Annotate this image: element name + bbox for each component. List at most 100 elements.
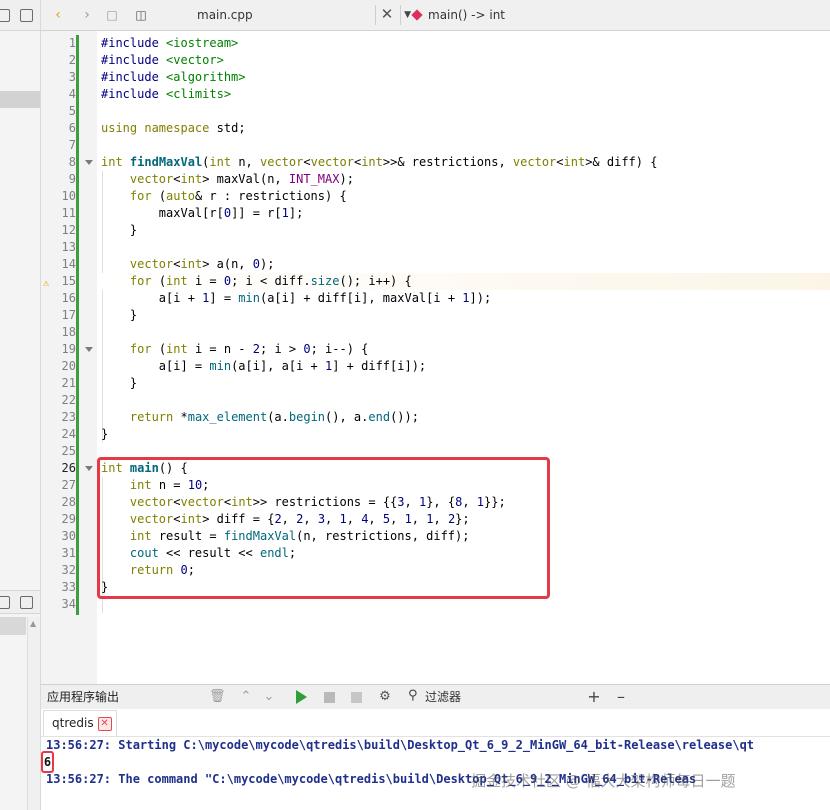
line-number: 32 bbox=[61, 563, 76, 577]
chevron-up-icon[interactable]: ⌃ bbox=[238, 688, 254, 706]
project-tree-selected-item[interactable] bbox=[0, 91, 40, 108]
code-editor[interactable]: 1 #include <iostream> 2 #include <vector> 3 #… bbox=[41, 31, 830, 684]
line-number: 25 bbox=[61, 444, 76, 458]
split-icon[interactable] bbox=[0, 9, 10, 22]
line-number: 9 bbox=[68, 172, 76, 186]
line-number: 18 bbox=[61, 325, 76, 339]
open-document-selected-item[interactable] bbox=[0, 617, 26, 635]
code-text: #include <iostream> bbox=[101, 36, 239, 50]
zoom-in-icon[interactable]: + bbox=[586, 688, 602, 706]
code-line[interactable]: 12 } bbox=[41, 222, 830, 239]
code-line[interactable]: 34 bbox=[41, 596, 830, 613]
fold-arrow-icon[interactable] bbox=[85, 466, 93, 471]
code-line[interactable]: 11 maxVal[r[0]] = r[1]; bbox=[41, 205, 830, 222]
line-number: 2 bbox=[68, 53, 76, 67]
code-text: using namespace std; bbox=[101, 121, 246, 135]
lock-icon[interactable]: □ bbox=[104, 6, 120, 24]
code-line[interactable]: 22 bbox=[41, 392, 830, 409]
code-text: } bbox=[101, 308, 138, 322]
line-number: 31 bbox=[61, 546, 76, 560]
code-text: cout << result << endl; bbox=[129, 546, 297, 560]
code-text: a[i + 1] = min(a[i] + diff[i], maxVal[i … bbox=[101, 291, 492, 305]
code-line[interactable]: 7 bbox=[41, 137, 830, 154]
code-text: } bbox=[101, 580, 109, 594]
code-line[interactable]: 28 vector<vector<int>> restrictions = {{… bbox=[41, 494, 830, 511]
code-line[interactable]: 13 bbox=[41, 239, 830, 256]
code-line[interactable]: ⚠ 15 for (int i = 0; i < diff.size(); i++… bbox=[41, 273, 830, 290]
code-line[interactable]: 26 int main() { bbox=[41, 460, 830, 477]
code-line[interactable]: 33} bbox=[41, 579, 830, 596]
code-line[interactable]: 21 } bbox=[41, 375, 830, 392]
line-number: 34 bbox=[61, 597, 76, 611]
code-line[interactable]: 5 bbox=[41, 103, 830, 120]
code-text: } bbox=[101, 376, 138, 390]
close-document-icon[interactable]: ✕ bbox=[378, 5, 396, 23]
settings-icon[interactable]: ⚙ bbox=[377, 688, 393, 706]
code-line[interactable]: 4 #include <climits> bbox=[41, 86, 830, 103]
code-line[interactable]: 1 #include <iostream> bbox=[41, 35, 830, 52]
line-number: 24 bbox=[61, 427, 76, 441]
filter-input[interactable]: ⚲ 过滤器 bbox=[406, 687, 576, 707]
attach-debugger-icon[interactable] bbox=[351, 692, 362, 703]
code-line[interactable]: 31 cout << result << endl; bbox=[41, 545, 830, 562]
output-body[interactable]: 13:56:27: Starting C:\mycode\mycode\qtre… bbox=[41, 737, 830, 810]
code-line[interactable]: 30 int result = findMaxVal(n, restrictio… bbox=[41, 528, 830, 545]
stop-icon[interactable] bbox=[324, 692, 335, 703]
forward-icon[interactable]: › bbox=[78, 6, 96, 24]
code-line[interactable]: 18 bbox=[41, 324, 830, 341]
scroll-up-icon[interactable]: ▲ bbox=[30, 619, 36, 628]
code-line[interactable]: 29 vector<int> diff = {2, 2, 3, 1, 4, 5,… bbox=[41, 511, 830, 528]
code-line[interactable]: 2 #include <vector> bbox=[41, 52, 830, 69]
code-line[interactable]: 32 return 0; bbox=[41, 562, 830, 579]
back-icon[interactable]: ‹ bbox=[49, 6, 67, 24]
line-number: 12 bbox=[61, 223, 76, 237]
run-icon[interactable] bbox=[296, 690, 307, 704]
open-documents-header bbox=[0, 590, 40, 614]
function-icon bbox=[411, 9, 423, 21]
code-line[interactable]: 27 int n = 10; bbox=[41, 477, 830, 494]
code-text: a[i] = min(a[i], a[i + 1] + diff[i]); bbox=[101, 359, 427, 373]
line-number: 19 bbox=[61, 342, 76, 356]
code-line[interactable]: 9 vector<int> maxVal(n, INT_MAX); bbox=[41, 171, 830, 188]
chevron-down-icon[interactable]: ⌄ bbox=[261, 688, 277, 706]
tab-label: qtredis bbox=[52, 716, 94, 730]
line-number: 5 bbox=[68, 104, 76, 118]
divider bbox=[400, 5, 401, 25]
line-number: 4 bbox=[68, 87, 76, 101]
code-text: for (auto& r : restrictions) { bbox=[129, 189, 347, 203]
open-documents-scrollbar[interactable]: ▲ bbox=[27, 617, 40, 810]
close-icon[interactable]: ✕ bbox=[97, 716, 112, 731]
code-line[interactable]: 25 bbox=[41, 443, 830, 460]
code-line[interactable]: 6 using namespace std; bbox=[41, 120, 830, 137]
fold-arrow-icon[interactable] bbox=[85, 160, 93, 165]
code-line[interactable]: 17 } bbox=[41, 307, 830, 324]
split-icon[interactable] bbox=[0, 596, 10, 609]
code-line[interactable]: 8 int findMaxVal(int n, vector<vector<int… bbox=[41, 154, 830, 171]
code-line[interactable]: 10 for (auto& r : restrictions) { bbox=[41, 188, 830, 205]
fold-arrow-icon[interactable] bbox=[85, 347, 93, 352]
code-text: vector<int> a(n, 0); bbox=[129, 257, 275, 271]
tab-qtredis[interactable]: qtredis ✕ bbox=[43, 710, 117, 736]
code-line[interactable]: 3 #include <algorithm> bbox=[41, 69, 830, 86]
collapse-icon[interactable] bbox=[20, 596, 33, 609]
watermark: 掘金技术社区 @ 福大大架构师每日一题 bbox=[471, 772, 736, 790]
code-line[interactable]: 14 vector<int> a(n, 0); bbox=[41, 256, 830, 273]
code-line[interactable]: 19 for (int i = n - 2; i > 0; i--) { bbox=[41, 341, 830, 358]
output-pane-header: 应用程序输出 🗑 ⌃ ⌄ ⚙ ⚲ 过滤器 + – bbox=[41, 684, 830, 710]
zoom-out-icon[interactable]: – bbox=[613, 688, 629, 706]
function-selector[interactable]: main() -> int bbox=[428, 5, 505, 25]
line-number: 20 bbox=[61, 359, 76, 373]
line-number: 23 bbox=[61, 410, 76, 424]
code-line[interactable]: 24} bbox=[41, 426, 830, 443]
clear-icon[interactable]: 🗑 bbox=[209, 688, 226, 706]
code-line[interactable]: 23 return *max_element(a.begin(), a.end(… bbox=[41, 409, 830, 426]
chevron-down-icon: ▼ bbox=[404, 10, 411, 20]
code-text: int main() { bbox=[101, 461, 188, 475]
code-line[interactable]: 16 a[i + 1] = min(a[i] + diff[i], maxVal… bbox=[41, 290, 830, 307]
line-number: 10 bbox=[61, 189, 76, 203]
code-line[interactable]: 20 a[i] = min(a[i], a[i + 1] + diff[i]); bbox=[41, 358, 830, 375]
code-text: for (int i = 0; i < diff.size(); i++) { bbox=[129, 274, 412, 288]
collapse-icon[interactable] bbox=[20, 9, 33, 22]
code-text: for (int i = n - 2; i > 0; i--) { bbox=[129, 342, 369, 356]
code-text: int result = findMaxVal(n, restrictions,… bbox=[129, 529, 470, 543]
